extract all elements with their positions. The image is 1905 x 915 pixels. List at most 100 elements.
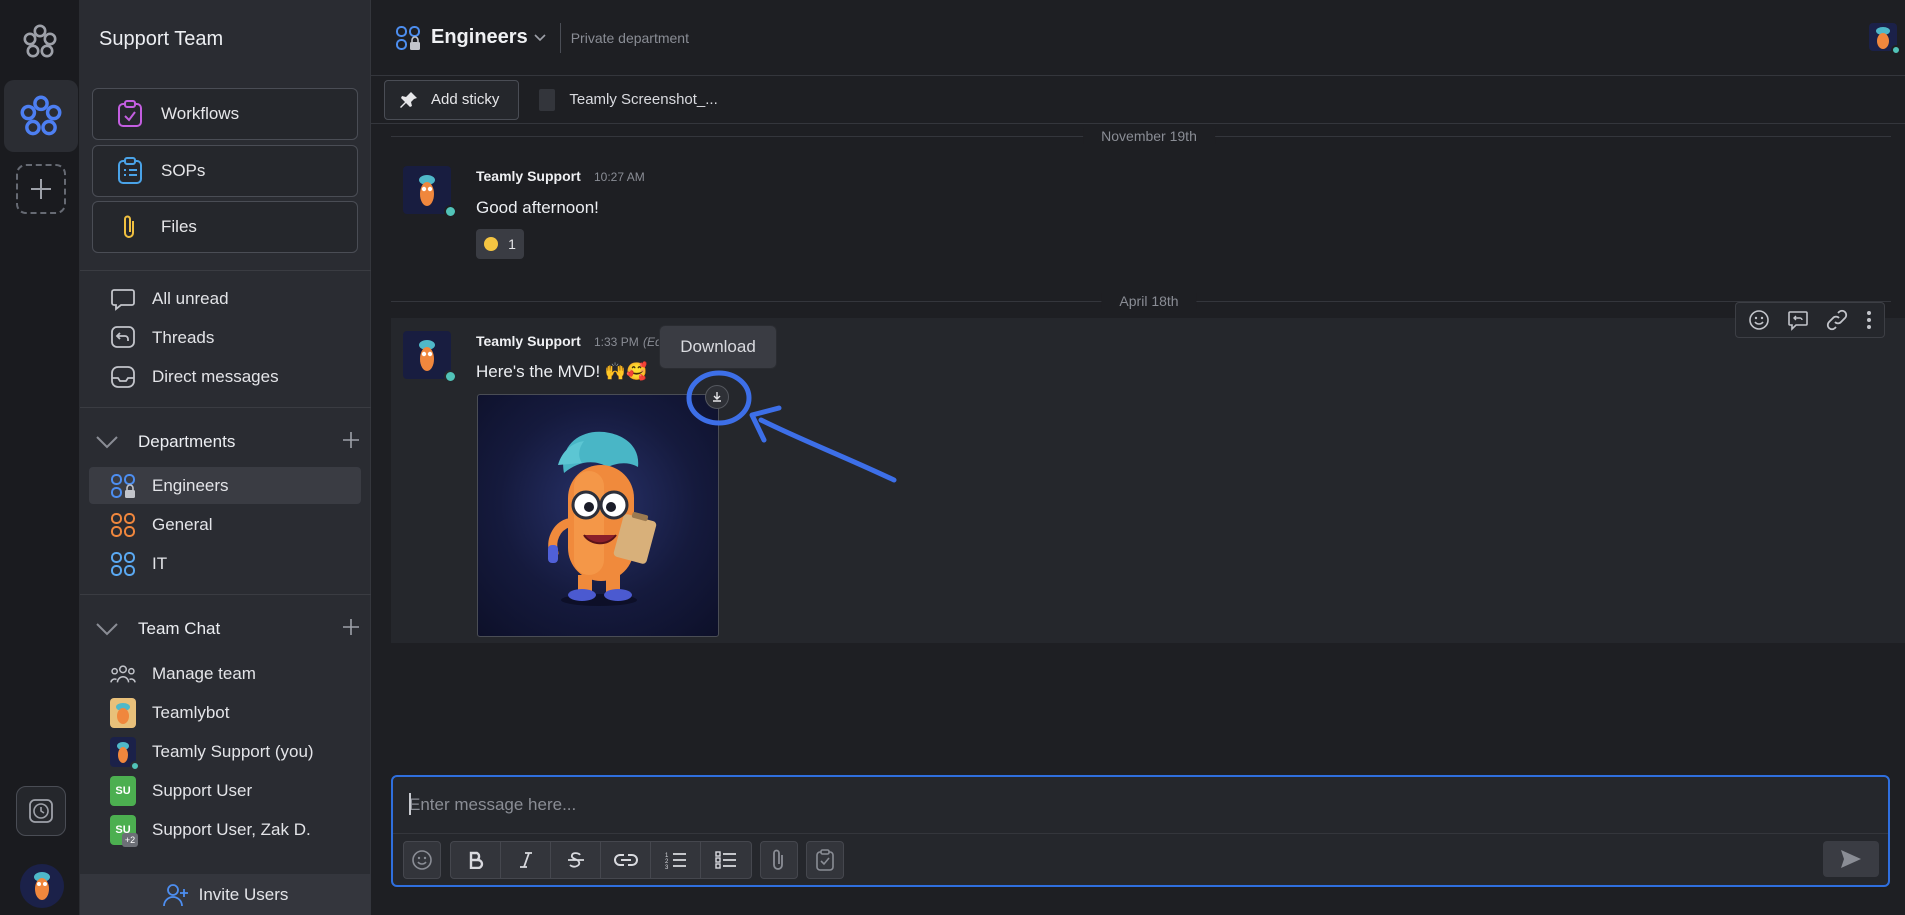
download-button[interactable] [705,385,729,409]
nav-direct-messages[interactable]: Direct messages [110,362,279,392]
download-icon [713,392,721,402]
workflows-label: Workflows [161,104,240,123]
add-chat-button[interactable] [342,618,360,641]
plus-icon [343,618,359,635]
message-text: Here's the MVD! 🙌🥰 [476,362,648,381]
chat-support-user[interactable]: SU Support User [110,776,252,806]
divider [80,270,371,271]
text-caret [409,793,411,815]
files-label: Files [161,217,197,236]
more-options-icon[interactable] [1866,310,1872,330]
threads-icon [111,326,135,348]
formatting-group: 123 [450,841,752,879]
invite-label: Invite Users [198,884,289,904]
invite-users-button[interactable]: Invite Users [80,874,371,915]
sticky-file-label: Teamly Screenshot_... [569,91,718,108]
numbered-list-icon[interactable]: 123 [651,842,701,878]
emoji-group [403,841,441,879]
message-input[interactable] [409,793,1809,817]
workflows-button[interactable]: Workflows [92,88,358,140]
paperclip-icon[interactable] [761,842,797,878]
online-status-dot [444,205,457,218]
team-icon [110,665,136,683]
divider [393,833,1888,834]
paperclip-icon [124,215,134,238]
date-label: November 19th [1083,128,1215,144]
department-icon [111,513,135,537]
chat-manage-team[interactable]: Manage team [110,659,256,689]
main-panel: Engineers Private department Add sticky … [371,0,1905,915]
emoji-icon[interactable] [404,842,440,878]
teamly-support-avatar [110,737,140,771]
chat-label: Manage team [152,664,256,683]
department-general[interactable]: General [110,510,212,540]
department-icon [111,552,135,576]
clipboard-check-icon[interactable] [807,842,843,878]
add-reaction-icon[interactable] [1748,309,1770,331]
add-workspace-button[interactable] [16,164,66,214]
attach-group [760,841,798,879]
image-attachment[interactable] [477,394,719,637]
send-button[interactable] [1823,841,1879,877]
message-author[interactable]: Teamly Support [476,168,581,184]
departments-header[interactable]: Departments [92,427,360,457]
teamlybot-avatar [110,698,136,728]
channel-name[interactable]: Engineers [431,26,528,49]
department-locked-icon [396,25,420,50]
department-label: IT [152,554,168,573]
pin-icon [400,91,417,108]
plus-icon [31,179,51,199]
nav-label: All unread [152,289,229,308]
add-user-icon [162,883,188,906]
message-avatar[interactable] [403,166,457,218]
add-department-button[interactable] [342,431,360,454]
bullet-list-icon[interactable] [701,842,751,878]
department-engineers[interactable]: Engineers [110,471,229,501]
nav-label: Threads [152,328,215,347]
chevron-down-icon[interactable] [534,33,546,42]
online-status-dot [444,370,457,383]
sidebar: Support Team Workflows SOPs Files All un… [80,0,371,915]
plus-icon [343,431,359,448]
nav-all-unread[interactable]: All unread [110,284,229,314]
bold-icon[interactable] [451,842,501,878]
user-avatar[interactable] [20,864,64,908]
add-sticky-button[interactable]: Add sticky [384,79,520,120]
member-count-badge: +2 [122,833,138,847]
team-chat-header[interactable]: Team Chat [92,614,360,644]
department-it[interactable]: IT [110,549,167,579]
sticky-file[interactable]: Teamly Screenshot_... [539,88,718,111]
workflow-icon [118,100,142,127]
workspace-support-team[interactable] [4,80,78,152]
chat-teamlybot[interactable]: Teamlybot [110,698,229,728]
message-author[interactable]: Teamly Support [476,333,581,349]
chevron-down-icon [96,623,118,636]
sops-button[interactable]: SOPs [92,145,358,197]
nav-threads[interactable]: Threads [110,323,214,353]
copy-link-icon[interactable] [1825,308,1849,332]
chat-label: Support User [152,781,253,800]
download-tooltip: Download [659,325,777,369]
divider [559,22,561,53]
department-label: General [152,515,213,534]
workspace-name: Support Team [99,28,224,50]
message-avatar[interactable] [403,331,457,383]
chat-label: Teamly Support (you) [152,742,314,761]
strikethrough-icon[interactable] [551,842,601,878]
header-avatar[interactable] [1869,23,1901,55]
chat-group-support-user-zak[interactable]: SU +2 Support User, Zak D. [110,815,311,847]
reaction-chip[interactable]: 1 [476,229,524,259]
italic-icon[interactable] [501,842,551,878]
link-icon[interactable] [601,842,651,878]
history-button[interactable] [16,786,66,836]
reply-thread-icon[interactable] [1787,309,1809,331]
clipboard-icon [118,157,142,184]
file-icon [539,88,556,111]
files-button[interactable]: Files [92,201,358,253]
teamly-logo[interactable] [20,22,60,62]
add-sticky-label: Add sticky [431,91,500,108]
department-label: Engineers [152,476,229,495]
clock-icon [29,799,53,823]
departments-title: Departments [138,432,236,451]
chat-teamly-support[interactable]: Teamly Support (you) [110,737,314,771]
